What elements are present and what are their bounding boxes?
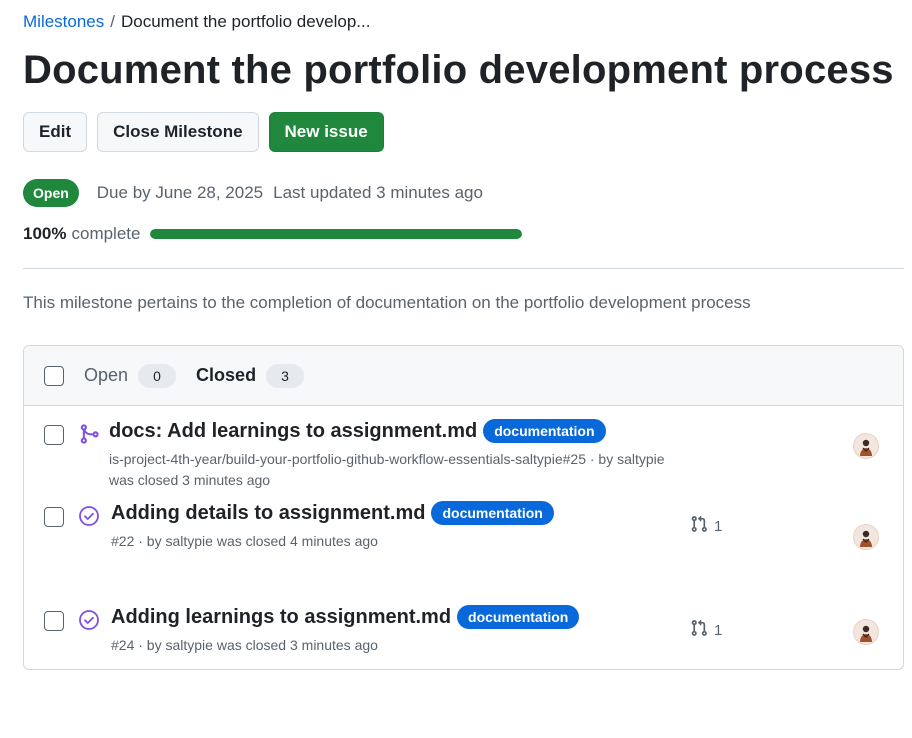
issue-meta: is-project-4th-year/build-your-portfolio… [109,449,665,491]
breadcrumb-milestones-link[interactable]: Milestones [23,12,104,31]
progress-row: 100% complete [23,224,523,244]
new-issue-button[interactable]: New issue [268,112,384,152]
issue-closed-icon [78,505,100,527]
milestone-meta: Open Due by June 28, 2025 Last updated 3… [23,179,483,207]
row-title-line: Adding details to assignment.md document… [111,501,554,525]
issue-rows: docs: Add learnings to assignment.md doc… [24,406,903,669]
issue-meta: #22 · by saltypie was closed 4 minutes a… [111,531,554,552]
row-title-line: Adding learnings to assignment.md docume… [111,605,580,629]
row-checkbox[interactable] [44,507,64,527]
list-item: docs: Add learnings to assignment.md doc… [24,406,903,488]
issues-list-header: Open 0 Closed 3 [24,346,903,406]
milestone-actions: Edit Close Milestone New issue [23,112,384,152]
milestone-page: Milestones / Document the portfolio develo… [0,0,912,738]
label-documentation[interactable]: documentation [483,419,606,443]
select-all-checkbox[interactable] [44,365,64,386]
progress-bar-fill [150,229,523,239]
list-item: Adding learnings to assignment.md docume… [24,592,903,669]
issue-meta: #24 · by saltypie was closed 3 minutes a… [111,635,579,656]
linked-pull-requests[interactable]: 1 [690,515,722,537]
label-documentation[interactable]: documentation [431,501,554,525]
issue-title-link[interactable]: Adding details to assignment.md [111,502,425,525]
git-pull-request-icon [690,515,708,537]
issue-meta-line-1: #22 · by saltypie was closed 4 minutes a… [111,533,378,549]
label-documentation[interactable]: documentation [457,605,580,629]
git-merge-icon [78,423,100,445]
filter-open-tab[interactable]: Open 0 [84,363,177,388]
linked-pr-count: 1 [714,517,723,535]
close-milestone-button[interactable]: Close Milestone [97,112,259,152]
avatar[interactable] [853,433,879,459]
row-checkbox[interactable] [44,611,64,631]
progress-label: complete [71,224,141,243]
list-item: Adding details to assignment.md document… [24,488,903,592]
avatar[interactable] [853,619,879,645]
filter-open-label: Open [84,365,129,385]
issue-title-link[interactable]: docs: Add learnings to assignment.md [109,420,477,443]
breadcrumb-separator: / [110,12,115,31]
filter-closed-tab[interactable]: Closed 3 [196,363,305,388]
linked-pull-requests[interactable]: 1 [690,619,722,641]
milestone-description: This milestone pertains to the completio… [23,293,751,312]
last-updated: Last updated 3 minutes ago [273,183,483,202]
row-body: Adding details to assignment.md document… [111,501,554,552]
issues-list: Open 0 Closed 3 docs: Add learnings to a… [23,345,904,670]
issue-title-link[interactable]: Adding learnings to assignment.md [111,606,451,629]
issue-closed-icon [78,609,100,631]
page-title: Document the portfolio development proce… [23,48,894,92]
avatar[interactable] [853,524,879,550]
progress-percent: 100% [23,224,67,243]
git-pull-request-icon [690,619,708,641]
progress-bar [150,229,523,239]
breadcrumb: Milestones / Document the portfolio develo… [23,10,370,34]
row-body: docs: Add learnings to assignment.md doc… [109,419,665,491]
divider [23,268,904,269]
closed-count: 3 [266,363,305,388]
linked-pr-count: 1 [714,621,723,639]
issue-meta-line-1: #24 · by saltypie was closed 3 minutes a… [111,637,378,653]
row-checkbox[interactable] [44,425,64,445]
status-badge: Open [23,179,79,207]
filter-closed-label: Closed [196,365,257,385]
row-title-line: docs: Add learnings to assignment.md doc… [109,419,665,443]
row-body: Adding learnings to assignment.md docume… [111,605,580,656]
issue-meta-line-1: is-project-4th-year/build-your-portfolio… [109,451,665,467]
open-count: 0 [138,363,177,388]
due-date: Due by June 28, 2025 [96,183,264,202]
edit-button[interactable]: Edit [23,112,88,152]
breadcrumb-current: Document the portfolio develop... [121,12,371,31]
